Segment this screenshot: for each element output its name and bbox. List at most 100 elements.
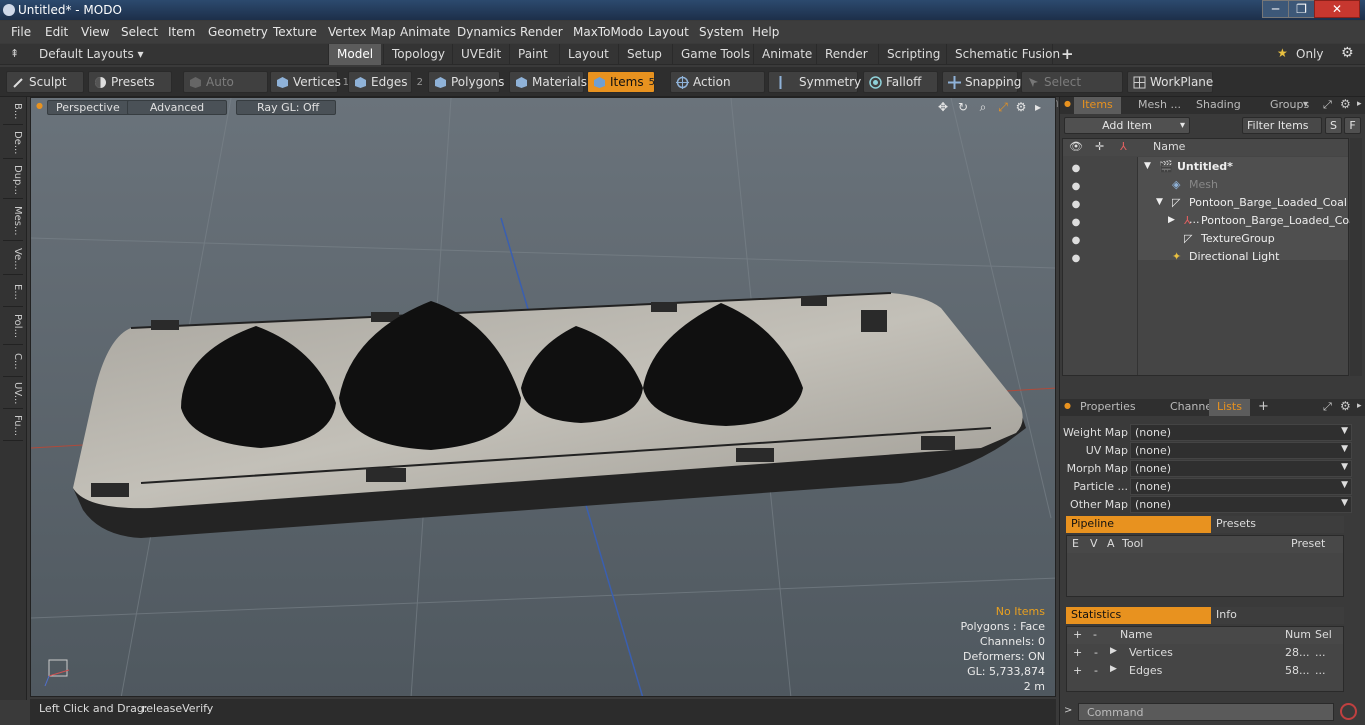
menu-select[interactable]: Select bbox=[121, 25, 158, 39]
collapse-arrow-icon[interactable]: ▶ bbox=[1168, 212, 1175, 229]
tab-mesh[interactable]: Mesh ... bbox=[1130, 97, 1189, 114]
other-map-select[interactable]: (none) bbox=[1130, 496, 1352, 513]
tab-lists[interactable]: Lists bbox=[1209, 399, 1250, 416]
stat-remove-icon[interactable]: - bbox=[1094, 646, 1098, 659]
left-tab-curve[interactable]: C... bbox=[3, 347, 23, 377]
left-tab-polygon[interactable]: Pol... bbox=[3, 309, 23, 345]
expand-panel-icon[interactable]: ⤢ bbox=[1323, 98, 1332, 112]
menu-render[interactable]: Render bbox=[520, 25, 563, 39]
tab-render[interactable]: Render bbox=[816, 44, 876, 65]
morph-map-select[interactable]: (none) bbox=[1130, 460, 1352, 477]
left-tab-fusion[interactable]: Fu... bbox=[3, 411, 23, 441]
presets-button[interactable]: Presets F6 bbox=[88, 71, 172, 110]
particle-map-select[interactable]: (none) bbox=[1130, 478, 1352, 495]
left-tab-basic[interactable]: B... bbox=[3, 99, 23, 125]
menu-help[interactable]: Help bbox=[752, 25, 779, 39]
weight-map-select[interactable]: (none) bbox=[1130, 424, 1352, 441]
3d-viewport[interactable]: ● Perspective Advanced Ray GL: Off ✥ ↻ ⌕… bbox=[30, 97, 1056, 697]
left-tab-deform[interactable]: De... bbox=[3, 127, 23, 159]
tab-layout[interactable]: Layout bbox=[559, 44, 617, 65]
stat-remove-icon[interactable]: - bbox=[1094, 664, 1098, 677]
left-tab-mesh[interactable]: Mes... bbox=[3, 201, 23, 241]
tab-items[interactable]: Items bbox=[1074, 97, 1121, 114]
menu-layout[interactable]: Layout bbox=[648, 25, 689, 39]
expand-panel-icon[interactable]: ⤢ bbox=[1323, 400, 1332, 414]
panel-gear-icon[interactable]: ⚙ bbox=[1340, 97, 1351, 111]
polygons-button[interactable]: Polygons bbox=[428, 71, 504, 93]
menu-file[interactable]: File bbox=[11, 25, 31, 39]
menu-edit[interactable]: Edit bbox=[45, 25, 68, 39]
menu-vertex-map[interactable]: Vertex Map bbox=[328, 25, 396, 39]
left-tab-uv[interactable]: UV... bbox=[3, 379, 23, 409]
stat-row-edges[interactable]: + - ▶ Edges 58... ... bbox=[1067, 664, 1343, 681]
add-item-button[interactable]: Add Item ▾ bbox=[1064, 117, 1190, 134]
minimize-button[interactable]: ─ bbox=[1262, 0, 1289, 18]
move-view-icon[interactable]: ✥ bbox=[936, 100, 950, 114]
menu-maxtomodo[interactable]: MaxToModo bbox=[573, 25, 643, 39]
maximize-button[interactable]: ❐ bbox=[1288, 0, 1315, 18]
presets-tab[interactable]: Presets bbox=[1211, 516, 1344, 533]
workplane-button[interactable]: WorkPlane bbox=[1127, 71, 1213, 93]
tab-setup[interactable]: Setup bbox=[618, 44, 670, 65]
add-layout-button[interactable]: + bbox=[1052, 44, 1082, 65]
items-scrollbar[interactable] bbox=[1350, 138, 1362, 376]
lists-panel-menu-dot[interactable]: ● bbox=[1064, 401, 1071, 410]
menu-dynamics[interactable]: Dynamics bbox=[457, 25, 516, 39]
panel-gear-icon[interactable]: ⚙ bbox=[1340, 399, 1351, 413]
uv-map-select[interactable]: (none) bbox=[1130, 442, 1352, 459]
gear-icon[interactable]: ⚙ bbox=[1341, 45, 1354, 61]
viewport-expand-icon[interactable]: ▸ bbox=[1031, 100, 1045, 114]
menu-texture[interactable]: Texture bbox=[273, 25, 317, 39]
stat-add-icon[interactable]: + bbox=[1073, 646, 1082, 659]
stat-row-vertices[interactable]: + - ▶ Vertices 28... ... bbox=[1067, 646, 1343, 663]
zoom-view-icon[interactable]: ⌕ bbox=[976, 100, 990, 114]
only-toggle[interactable]: Only bbox=[1296, 47, 1324, 61]
layouts-dropdown[interactable]: Default Layouts ▾ bbox=[39, 47, 144, 61]
vertices-button[interactable]: Vertices 1 bbox=[270, 71, 349, 93]
items-panel-menu-dot[interactable]: ● bbox=[1064, 99, 1071, 108]
panel-arrow-icon[interactable]: ▸ bbox=[1357, 401, 1362, 411]
perspective-dropdown[interactable]: Perspective bbox=[47, 100, 137, 115]
sculpt-button[interactable]: Sculpt bbox=[6, 71, 84, 93]
materials-button[interactable]: Materials bbox=[509, 71, 587, 93]
stat-add-icon[interactable]: + bbox=[1073, 664, 1082, 677]
menu-system[interactable]: System bbox=[699, 25, 744, 39]
tab-game-tools[interactable]: Game Tools bbox=[672, 44, 758, 65]
tab-scripting[interactable]: Scripting bbox=[878, 44, 948, 65]
tab-groups[interactable]: Groups bbox=[1262, 97, 1317, 114]
items-tree[interactable]: 👁 ✛ ⅄ Name ● ▼ 🎬 Untitled* ● ◈ Mesh ● ▼ … bbox=[1062, 138, 1359, 376]
action-center-button[interactable]: Action Center bbox=[670, 71, 765, 110]
advanced-dropdown[interactable]: Advanced bbox=[127, 100, 227, 115]
rotate-view-icon[interactable]: ↻ bbox=[956, 100, 970, 114]
tab-shading[interactable]: Shading bbox=[1188, 97, 1249, 114]
auto-select-button[interactable]: Auto Select bbox=[183, 71, 268, 110]
snapping-button[interactable]: Snapping bbox=[942, 71, 1021, 93]
viewport-menu-dot[interactable]: ● bbox=[36, 101, 43, 110]
left-tab-duplicate[interactable]: Dup... bbox=[3, 161, 23, 199]
edges-button[interactable]: Edges 2 bbox=[348, 71, 423, 93]
stat-expand-icon[interactable]: ▶ bbox=[1110, 646, 1117, 656]
falloff-button[interactable]: Falloff bbox=[863, 71, 938, 93]
menu-geometry[interactable]: Geometry bbox=[208, 25, 268, 39]
tabs-more-icon[interactable]: ▾ bbox=[1303, 99, 1308, 110]
panel-arrow-icon[interactable]: ▸ bbox=[1357, 99, 1362, 109]
statistics-tab[interactable]: Statistics bbox=[1066, 607, 1211, 624]
menu-view[interactable]: View bbox=[81, 25, 109, 39]
stat-expand-icon[interactable]: ▶ bbox=[1110, 664, 1117, 674]
filter-f-button[interactable]: F bbox=[1344, 117, 1361, 134]
raygl-toggle[interactable]: Ray GL: Off bbox=[236, 100, 336, 115]
tab-model[interactable]: Model bbox=[328, 44, 382, 65]
tab-paint[interactable]: Paint bbox=[509, 44, 556, 65]
command-input[interactable]: Command bbox=[1078, 703, 1334, 721]
tab-animate[interactable]: Animate bbox=[753, 44, 820, 65]
viewport-settings-icon[interactable]: ⚙ bbox=[1014, 100, 1028, 114]
tab-topology[interactable]: Topology bbox=[383, 44, 453, 65]
add-tab-icon[interactable]: + bbox=[1258, 399, 1269, 414]
close-button[interactable]: ✕ bbox=[1314, 0, 1360, 18]
menu-item[interactable]: Item bbox=[168, 25, 195, 39]
select-through-button[interactable]: Select Through bbox=[1021, 71, 1123, 110]
menu-animate[interactable]: Animate bbox=[400, 25, 450, 39]
filter-items-input[interactable]: Filter Items bbox=[1242, 117, 1322, 134]
symmetry-button[interactable]: Symmetry bbox=[768, 71, 861, 93]
tab-schematic-fusion[interactable]: Schematic Fusion bbox=[946, 44, 1068, 65]
